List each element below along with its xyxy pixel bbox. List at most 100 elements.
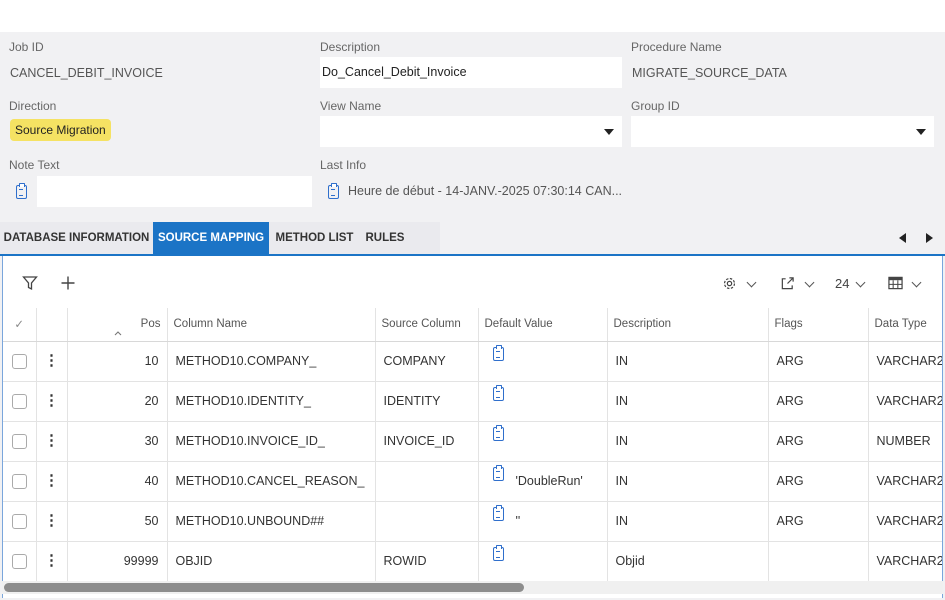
pos-header-label: Pos (140, 318, 161, 331)
tab-method-list[interactable]: METHOD LIST (269, 222, 360, 255)
flags-cell: ARG (768, 461, 869, 502)
row-menu-kebab-icon[interactable]: ⋮ (36, 461, 68, 502)
clipboard-icon[interactable] (492, 465, 504, 488)
clipboard-icon[interactable] (492, 545, 504, 568)
tab-bar: DATABASE INFORMATION SOURCE MAPPING METH… (0, 222, 945, 255)
table-row[interactable]: ⋮ 10 METHOD10.COMPANY_ COMPANY IN ARG VA… (3, 341, 942, 382)
export-icon[interactable] (780, 276, 795, 291)
flags-cell: ARG (768, 341, 869, 382)
row-checkbox[interactable] (3, 421, 37, 462)
view-name-select[interactable] (320, 116, 622, 147)
tab-database-information[interactable]: DATABASE INFORMATION (0, 222, 153, 255)
last-info-label: Last Info (320, 158, 367, 172)
row-checkbox[interactable] (3, 541, 37, 582)
pos-header[interactable]: Pos (67, 308, 168, 342)
horizontal-scrollbar[interactable] (2, 581, 943, 594)
source-column-cell: IDENTITY (375, 381, 479, 422)
table-row[interactable]: ⋮ 30 METHOD10.INVOICE_ID_ INVOICE_ID IN … (3, 421, 942, 462)
column-name-cell: OBJID (167, 541, 376, 582)
flags-cell: ARG (768, 421, 869, 462)
default-value-cell[interactable] (478, 341, 608, 382)
tab-scroll-left-icon[interactable] (899, 233, 906, 243)
description-label: Description (320, 40, 381, 54)
column-name-cell: METHOD10.UNBOUND## (167, 501, 376, 542)
clipboard-icon[interactable] (492, 425, 504, 448)
table-row[interactable]: ⋮ 99999 OBJID ROWID Objid VARCHAR2 (3, 541, 942, 582)
note-text-label: Note Text (9, 158, 60, 172)
clipboard-icon[interactable] (492, 385, 504, 408)
column-name-cell: METHOD10.IDENTITY_ (167, 381, 376, 422)
row-checkbox[interactable] (3, 341, 37, 382)
select-all-checkmark-icon[interactable]: ✓ (3, 308, 37, 342)
default-value-header[interactable]: Default Value (478, 308, 608, 342)
data-type-header[interactable]: Data Type (868, 308, 942, 342)
table-row[interactable]: ⋮ 20 METHOD10.IDENTITY_ IDENTITY IN ARG … (3, 381, 942, 422)
row-menu-kebab-icon[interactable]: ⋮ (36, 381, 68, 422)
settings-chevron-down-icon[interactable] (746, 277, 757, 288)
data-type-cell: VARCHAR2 (868, 341, 942, 382)
tab-rules[interactable]: RULES (360, 222, 410, 255)
tab-scroll-right-icon[interactable] (926, 233, 933, 243)
job-id-value: CANCEL_DEBIT_INVOICE (10, 66, 163, 80)
sort-ascending-icon (114, 331, 121, 336)
default-value-cell[interactable] (478, 381, 608, 422)
row-menu-kebab-icon[interactable]: ⋮ (36, 421, 68, 462)
row-menu-kebab-icon[interactable]: ⋮ (36, 541, 68, 582)
table-row[interactable]: ⋮ 50 METHOD10.UNBOUND## '' IN ARG VARCHA… (3, 501, 942, 542)
row-checkbox[interactable] (3, 381, 37, 422)
direction-badge: Source Migration (10, 119, 111, 141)
pos-cell: 10 (67, 341, 168, 382)
row-checkbox[interactable] (3, 501, 37, 542)
table-row[interactable]: ⋮ 40 METHOD10.CANCEL_REASON_ 'DoubleRun'… (3, 461, 942, 502)
layout-chevron-down-icon[interactable] (911, 277, 922, 288)
description-cell: IN (607, 461, 769, 502)
pos-cell: 20 (67, 381, 168, 422)
description-input[interactable]: Do_Cancel_Debit_Invoice (320, 57, 622, 88)
source-column-cell (375, 501, 479, 542)
clipboard-icon[interactable] (492, 505, 504, 528)
scrollbar-thumb[interactable] (4, 583, 524, 592)
last-info-value: Heure de début - 14-JANV.-2025 07:30:14 … (348, 184, 623, 198)
default-value-cell[interactable] (478, 421, 608, 462)
gear-icon[interactable] (722, 276, 737, 291)
filter-icon[interactable] (22, 275, 38, 291)
column-name-header[interactable]: Column Name (167, 308, 376, 342)
flags-header[interactable]: Flags (768, 308, 869, 342)
page-size-value[interactable]: 24 (835, 276, 849, 291)
flags-cell (768, 541, 869, 582)
data-type-cell: VARCHAR2 (868, 461, 942, 502)
row-checkbox[interactable] (3, 461, 37, 502)
note-text-input[interactable] (37, 176, 312, 207)
table-icon[interactable] (888, 276, 903, 290)
clipboard-icon[interactable] (328, 183, 339, 199)
caret-down-icon (604, 129, 614, 135)
source-column-cell (375, 461, 479, 502)
description-cell: IN (607, 421, 769, 462)
table-header-row: ✓ Pos Column Name Source Column Default … (3, 308, 942, 342)
source-column-header[interactable]: Source Column (375, 308, 479, 342)
plus-icon[interactable] (60, 275, 76, 291)
source-mapping-table: ✓ Pos Column Name Source Column Default … (3, 308, 942, 582)
column-name-cell: METHOD10.CANCEL_REASON_ (167, 461, 376, 502)
group-id-select[interactable] (631, 116, 934, 147)
tab-source-mapping[interactable]: SOURCE MAPPING (153, 222, 269, 255)
export-chevron-down-icon[interactable] (804, 277, 815, 288)
page-size-chevron-down-icon[interactable] (855, 277, 866, 288)
data-type-cell: VARCHAR2 (868, 541, 942, 582)
default-value-cell[interactable]: 'DoubleRun' (478, 461, 608, 502)
job-id-label: Job ID (9, 40, 44, 54)
clipboard-icon[interactable] (492, 345, 504, 368)
view-name-label: View Name (320, 99, 382, 113)
pos-cell: 40 (67, 461, 168, 502)
procedure-name-value: MIGRATE_SOURCE_DATA (632, 66, 787, 80)
row-menu-kebab-icon[interactable]: ⋮ (36, 501, 68, 542)
default-value-cell[interactable]: '' (478, 501, 608, 542)
source-mapping-panel: 24 ✓ Pos Column Name Source Column Defau… (2, 256, 943, 598)
clipboard-icon[interactable] (16, 183, 27, 199)
description-header[interactable]: Description (607, 308, 769, 342)
grid-toolbar: 24 (3, 256, 942, 308)
row-menu-kebab-icon[interactable]: ⋮ (36, 341, 68, 382)
description-cell: IN (607, 341, 769, 382)
default-value-cell[interactable] (478, 541, 608, 582)
source-column-cell: INVOICE_ID (375, 421, 479, 462)
